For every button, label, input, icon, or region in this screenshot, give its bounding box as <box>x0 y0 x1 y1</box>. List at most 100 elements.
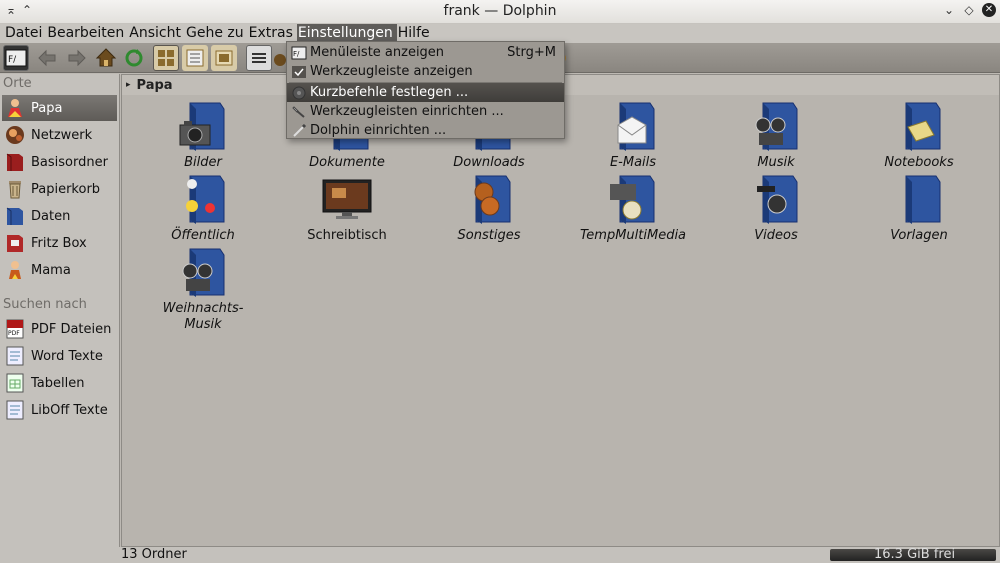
folder-red-icon <box>7 235 23 252</box>
folder-camera-icon <box>179 102 225 151</box>
place-label: Fritz Box <box>31 235 87 251</box>
trash-icon <box>9 181 21 199</box>
arrow-right-icon <box>68 49 86 67</box>
folder-label: Öffentlich <box>171 228 235 243</box>
place-mama[interactable]: Mama <box>2 257 117 283</box>
place-label: Netzwerk <box>31 127 93 143</box>
folder-videos[interactable]: Videos <box>711 172 841 244</box>
menu-item-shortcut: Strg+M <box>507 45 556 60</box>
menubar-icon: F/ <box>291 46 307 59</box>
search-tabellen[interactable]: Tabellen <box>2 370 117 396</box>
menu-item-configure-toolbars[interactable]: Werkzeugleisten einrichten ... <box>287 102 564 121</box>
compact-view-button[interactable] <box>182 45 208 71</box>
lines-icon <box>252 53 266 63</box>
search-header: Suchen nach <box>3 297 87 312</box>
place-label: Daten <box>31 208 71 224</box>
folder-video-icon <box>757 175 798 224</box>
folder-music-icon <box>182 248 225 297</box>
folder-bilder[interactable]: Bilder <box>138 99 268 171</box>
keyboard-icon <box>292 86 306 99</box>
file-manager-icon: F/ <box>5 49 27 67</box>
menu-item-configure-dolphin[interactable]: Dolphin einrichten ... <box>287 121 564 140</box>
window-title: frank — Dolphin <box>443 3 557 19</box>
places-header: Orte <box>3 76 32 91</box>
split-view-button[interactable] <box>246 45 272 71</box>
menu-ansicht[interactable]: Ansicht <box>128 24 185 43</box>
folder-e-mails[interactable]: E-Mails <box>568 99 698 171</box>
folder-musik[interactable]: Musik <box>711 99 841 171</box>
folder-film-reels-icon <box>474 175 511 224</box>
breadcrumb-papa[interactable]: Papa <box>137 78 173 93</box>
title-bar: ⌅⌃ frank — Dolphin ⌄ ◇ ✕ <box>0 0 1000 24</box>
menu-datei[interactable]: Datei <box>4 24 46 43</box>
item-count: 13 Ordner <box>121 547 187 562</box>
screwdriver-icon <box>293 123 307 137</box>
menu-item-configure-shortcuts[interactable]: Kurzbefehle festlegen ... <box>287 83 564 102</box>
folder-tempmultimedia[interactable]: TempMultiMedia <box>568 172 698 244</box>
menu-item-show-menubar[interactable]: F/ Menüleiste anzeigen Strg+M <box>287 43 564 62</box>
folder-mail-icon <box>617 102 655 151</box>
detail-view-icon <box>215 50 233 66</box>
folder-vorlagen[interactable]: Vorlagen <box>854 172 984 244</box>
check-icon <box>292 65 306 78</box>
minimize-icon[interactable]: ⌄ <box>942 3 956 17</box>
folder-label: Weihnachts- Musik <box>162 301 244 332</box>
menu-item-label: Werkzeugleiste anzeigen <box>310 64 473 79</box>
folder-label: Bilder <box>184 155 222 170</box>
details-view-button[interactable] <box>211 45 237 71</box>
free-space-indicator[interactable]: 16.3 GiB frei <box>830 548 996 561</box>
menu-item-show-toolbar[interactable]: Werkzeugleiste anzeigen <box>287 62 564 81</box>
place-label: Word Texte <box>31 348 103 364</box>
place-label: Tabellen <box>31 375 85 391</box>
icons-view-button[interactable] <box>153 45 179 71</box>
forward-button[interactable] <box>63 45 89 71</box>
folder-label: Musik <box>757 155 795 170</box>
folder-notebooks[interactable]: Notebooks <box>854 99 984 171</box>
folder-sonstiges[interactable]: Sonstiges <box>424 172 554 244</box>
place-basisordner[interactable]: Basisordner <box>2 149 117 175</box>
folder-oeffentlich[interactable]: Öffentlich <box>138 172 268 244</box>
back-button[interactable] <box>35 45 61 71</box>
place-papierkorb[interactable]: Papierkorb <box>2 176 117 202</box>
search-pdf[interactable]: PDF PDF Dateien <box>2 316 117 342</box>
menu-gehe-zu[interactable]: Gehe zu <box>185 24 248 43</box>
folder-weihnachts-musik[interactable]: Weihnachts- Musik <box>138 245 268 333</box>
reload-icon <box>125 49 143 67</box>
menu-bearbeiten[interactable]: Bearbeiten <box>46 24 128 43</box>
svg-text:F/: F/ <box>8 55 17 65</box>
spreadsheet-icon <box>6 373 24 393</box>
home-button[interactable] <box>93 45 119 71</box>
folder-label: Downloads <box>453 155 525 170</box>
folder-label: E-Mails <box>609 155 657 170</box>
folder-templates-icon <box>905 175 941 224</box>
place-papa[interactable]: Papa <box>2 95 117 121</box>
folder-notes-icon <box>905 102 941 151</box>
place-label: LibOff Texte <box>31 402 108 418</box>
person-icon <box>8 99 22 117</box>
folder-schreibtisch[interactable]: Schreibtisch <box>282 172 412 244</box>
search-word[interactable]: Word Texte <box>2 343 117 369</box>
place-daten[interactable]: Daten <box>2 203 117 229</box>
svg-text:F/: F/ <box>293 50 300 58</box>
place-label: PDF Dateien <box>31 321 112 337</box>
search-liboff[interactable]: LibOff Texte <box>2 397 117 423</box>
menu-item-label: Kurzbefehle festlegen ... <box>310 85 469 100</box>
folder-label: Vorlagen <box>890 228 948 243</box>
close-icon[interactable]: ✕ <box>982 3 996 17</box>
home-icon <box>95 48 117 67</box>
folder-music-icon <box>755 102 798 151</box>
place-label: Mama <box>31 262 71 278</box>
person-icon <box>9 261 21 279</box>
terminal-toggle-button[interactable]: F/ <box>3 45 29 71</box>
maximize-icon[interactable]: ◇ <box>962 3 976 17</box>
arrow-left-icon <box>38 49 56 67</box>
place-label: Papa <box>31 100 63 116</box>
svg-text:PDF: PDF <box>8 330 20 337</box>
reload-button[interactable] <box>121 45 147 71</box>
place-fritz-box[interactable]: Fritz Box <box>2 230 117 256</box>
place-label: Papierkorb <box>31 181 101 197</box>
desktop-monitor-icon <box>322 179 372 219</box>
place-netzwerk[interactable]: Netzwerk <box>2 122 117 148</box>
menu-item-label: Menüleiste anzeigen <box>310 45 445 60</box>
place-label: Basisordner <box>31 154 108 170</box>
